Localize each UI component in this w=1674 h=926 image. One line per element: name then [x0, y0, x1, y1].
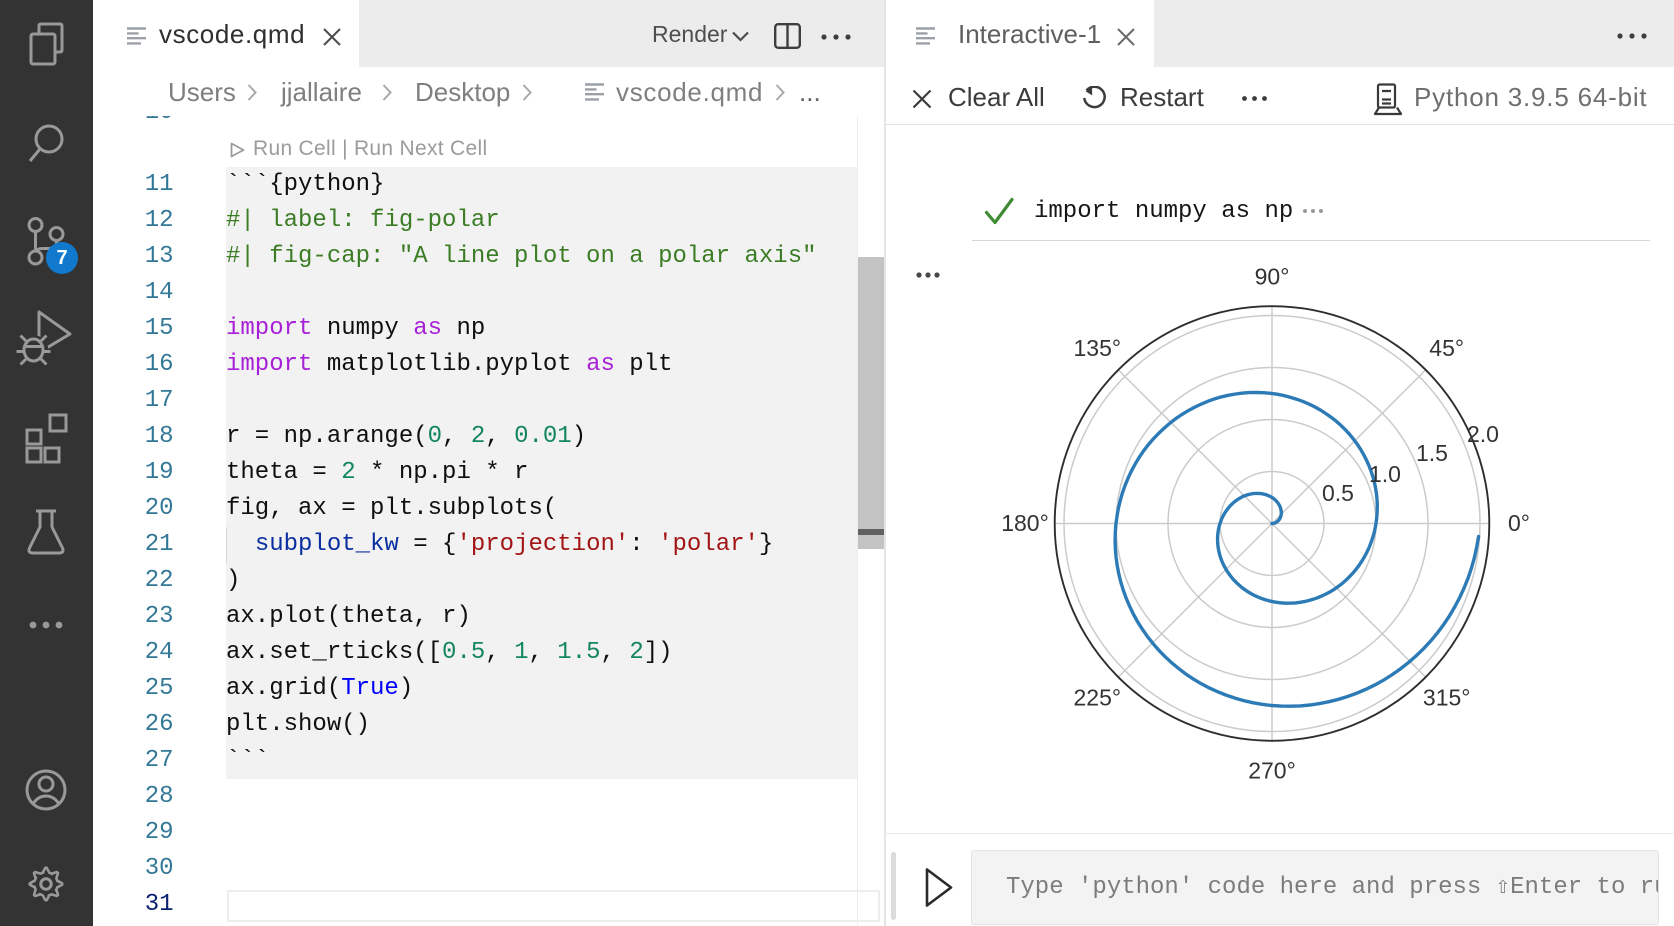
- svg-text:135°: 135°: [1074, 335, 1122, 361]
- svg-text:1.5: 1.5: [1416, 440, 1448, 466]
- svg-text:270°: 270°: [1248, 758, 1296, 784]
- svg-text:1.0: 1.0: [1369, 461, 1401, 487]
- svg-text:0.5: 0.5: [1322, 480, 1354, 506]
- svg-text:225°: 225°: [1074, 685, 1122, 711]
- svg-text:0°: 0°: [1508, 510, 1530, 536]
- svg-text:180°: 180°: [1001, 510, 1049, 536]
- svg-text:45°: 45°: [1429, 335, 1464, 361]
- svg-text:315°: 315°: [1423, 685, 1471, 711]
- svg-text:2.0: 2.0: [1467, 421, 1499, 447]
- svg-text:90°: 90°: [1255, 264, 1290, 290]
